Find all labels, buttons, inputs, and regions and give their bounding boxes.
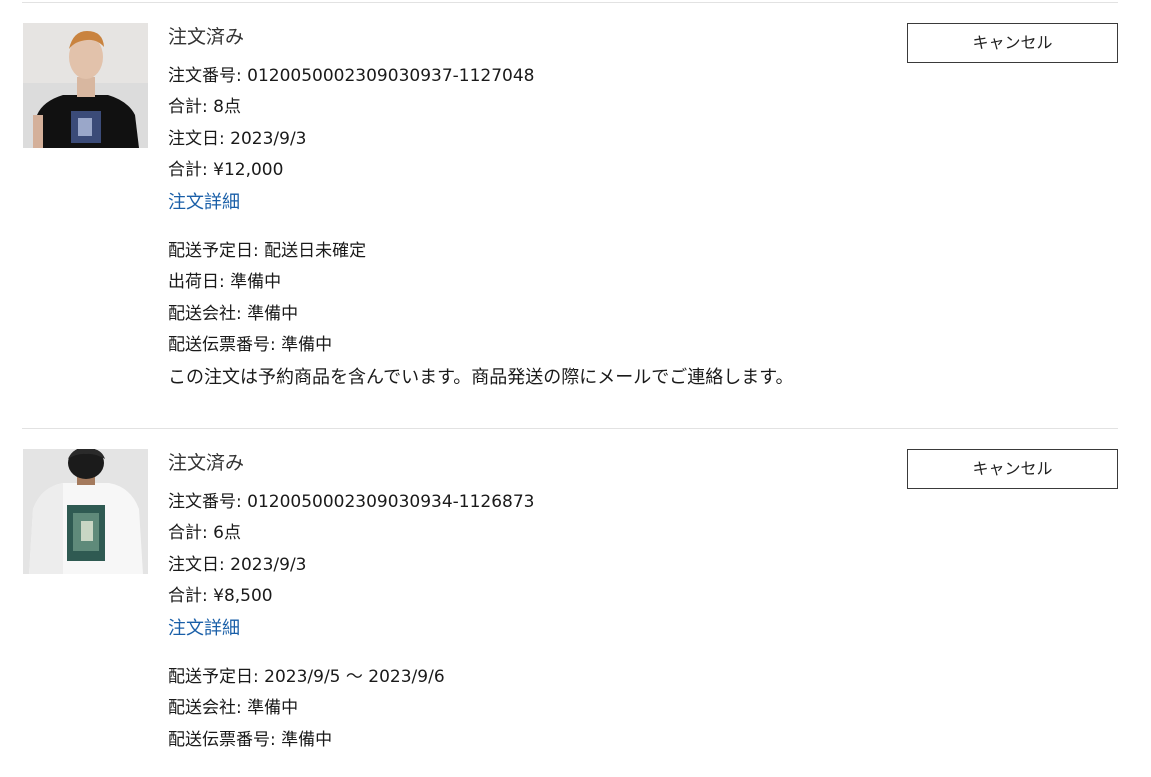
black-tshirt-model-photo — [23, 23, 148, 148]
order-status: 注文済み — [168, 26, 245, 48]
tracking-number: 配送伝票番号: 準備中 — [168, 334, 332, 356]
order-number-label: 注文番号: — [168, 492, 248, 512]
order-date: 注文日: 2023/9/3 — [168, 128, 307, 150]
carrier-label: 配送会社: — [168, 304, 248, 324]
order-number: 注文番号: 0120050002309030937-1127048 — [168, 65, 535, 87]
order-date: 注文日: 2023/9/3 — [168, 554, 307, 576]
white-tshirt-model-photo — [23, 449, 148, 574]
item-count-label: 合計: — [168, 97, 214, 117]
order-date-label: 注文日: — [168, 555, 231, 575]
order-divider — [22, 428, 1118, 429]
delivery-date-label: 配送予定日: — [168, 667, 265, 687]
item-count-label: 合計: — [168, 523, 214, 543]
ship-date-label: 出荷日: — [168, 272, 231, 292]
order-total-label: 合計: — [168, 160, 214, 180]
order-number-value: 0120050002309030937-1127048 — [247, 66, 535, 86]
carrier-value: 準備中 — [247, 304, 299, 324]
ship-date: 出荷日: 準備中 — [168, 271, 281, 293]
carrier-label: 配送会社: — [168, 698, 248, 718]
delivery-date-value: 配送日未確定 — [264, 241, 367, 261]
item-count: 合計: 8点 — [168, 96, 241, 118]
top-divider — [22, 2, 1118, 3]
order-total: 合計: ¥12,000 — [168, 159, 283, 181]
delivery-date: 配送予定日: 2023/9/5 ～ 2023/9/6 — [168, 666, 445, 688]
carrier: 配送会社: 準備中 — [168, 697, 298, 719]
item-count: 合計: 6点 — [168, 522, 241, 544]
carrier-value: 準備中 — [247, 698, 299, 718]
preorder-notice: この注文は予約商品を含んでいます。商品発送の際にメールでご連絡します。 — [168, 367, 794, 388]
tracking-number-value: 準備中 — [281, 730, 333, 750]
product-thumbnail[interactable] — [23, 23, 148, 148]
order-date-value: 2023/9/3 — [230, 129, 307, 149]
order-detail-link[interactable]: 注文詳細 — [168, 617, 240, 641]
order-number: 注文番号: 0120050002309030934-1126873 — [168, 491, 535, 513]
order-date-value: 2023/9/3 — [230, 555, 307, 575]
order-date-label: 注文日: — [168, 129, 231, 149]
order-total: 合計: ¥8,500 — [168, 585, 273, 607]
item-count-value: 8点 — [213, 97, 241, 117]
delivery-date-label: 配送予定日: — [168, 241, 265, 261]
order-total-label: 合計: — [168, 586, 214, 606]
tracking-number-value: 準備中 — [281, 335, 333, 355]
delivery-date: 配送予定日: 配送日未確定 — [168, 240, 366, 262]
tracking-number-label: 配送伝票番号: — [168, 335, 282, 355]
order-number-label: 注文番号: — [168, 66, 248, 86]
delivery-date-value: 2023/9/5 ～ 2023/9/6 — [264, 667, 445, 687]
item-count-value: 6点 — [213, 523, 241, 543]
cancel-button[interactable]: キャンセル — [907, 23, 1118, 63]
product-thumbnail[interactable] — [23, 449, 148, 574]
ship-date-value: 準備中 — [230, 272, 282, 292]
order-number-value: 0120050002309030934-1126873 — [247, 492, 535, 512]
cancel-button[interactable]: キャンセル — [907, 449, 1118, 489]
order-status: 注文済み — [168, 452, 245, 474]
tracking-number-label: 配送伝票番号: — [168, 730, 282, 750]
tracking-number: 配送伝票番号: 準備中 — [168, 729, 332, 751]
order-total-value: ¥8,500 — [213, 586, 273, 606]
carrier: 配送会社: 準備中 — [168, 303, 298, 325]
order-detail-link[interactable]: 注文詳細 — [168, 191, 240, 215]
order-total-value: ¥12,000 — [213, 160, 284, 180]
